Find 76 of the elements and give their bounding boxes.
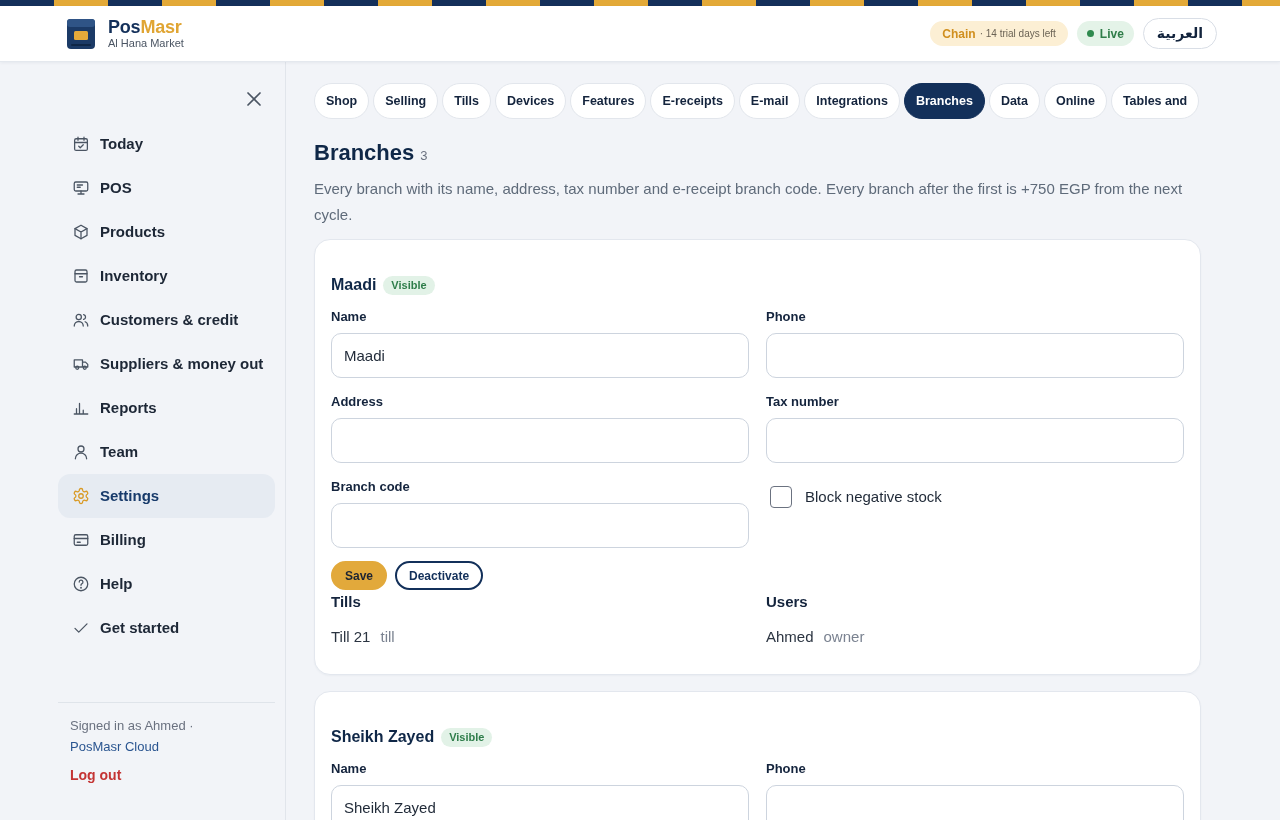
field-label: Name [331,309,368,325]
till-type: till [380,627,395,647]
till-name: Till 21 [331,627,371,647]
calendar-icon [72,135,90,153]
visibility-badge: Visible [441,727,493,747]
settings-icon [72,487,90,505]
users-icon [72,311,90,329]
monitor-icon [72,179,90,197]
settings-tab[interactable]: Shop [314,83,370,119]
item-count: 3 [420,147,428,165]
sidebar-item[interactable]: POS [58,166,275,210]
sidebar-item[interactable]: Customers & credit [58,298,275,342]
settings-tab[interactable]: Integrations [804,83,900,119]
field-label: Name [331,761,368,777]
settings-tab[interactable]: Selling [373,83,439,119]
text-input[interactable]: Sheikh Zayed [331,785,749,820]
plan-badge: Chain · 14 trial days left [930,21,1068,46]
status-dot-icon [1086,30,1094,37]
user-name: Ahmed [766,627,814,647]
field-label: Address [331,394,385,410]
settings-tab[interactable]: E-mail [738,83,801,119]
brand-name: PosMasr [108,17,183,37]
sidebar-item[interactable]: Settings [58,474,275,518]
settings-tab[interactable]: Data [988,83,1040,119]
credit-card-icon [72,531,90,549]
section-heading: Users [766,592,809,612]
page-title: Branches [314,139,415,167]
settings-tab[interactable]: E-receipts [650,83,735,119]
sidebar-item[interactable]: Help [58,562,275,606]
close-icon [247,92,261,106]
settings-tab[interactable]: Online [1044,83,1107,119]
sidebar-item[interactable]: Get started [58,606,275,650]
language-button[interactable]: العربية [1142,18,1217,49]
sidebar-item[interactable]: Team [58,430,275,474]
settings-tab[interactable]: Tables and [1110,83,1200,119]
settings-tab[interactable]: Devices [495,83,567,119]
user-role: owner [823,627,865,647]
cube-icon [72,223,90,241]
sidebar-item[interactable]: Billing [58,518,275,562]
settings-tab[interactable]: Tills [442,83,491,119]
sidebar-item[interactable]: Reports [58,386,275,430]
sidebar-item[interactable]: Products [58,210,275,254]
help-icon [72,575,90,593]
sidebar-item[interactable]: Inventory [58,254,275,298]
archive-box-icon [72,267,90,285]
field-label: Phone [766,761,807,777]
save-button[interactable]: Save [331,561,388,590]
logout-button[interactable]: Log out [70,766,122,784]
text-input[interactable] [766,333,1184,378]
checkbox[interactable] [770,486,792,509]
field-label: Phone [766,309,807,325]
checkbox-label[interactable]: Block negative stock [805,486,942,509]
text-input[interactable]: Maadi [331,333,749,378]
text-input[interactable] [766,418,1184,463]
text-input[interactable] [766,785,1184,820]
cloud-link[interactable]: PosMasr Cloud [70,739,159,754]
field-label: Tax number [766,394,840,410]
deactivate-button[interactable]: Deactivate [395,561,484,590]
sidebar-item[interactable]: Suppliers & money out [58,342,275,386]
page-description: Every branch with its name, address, tax number and e-receipt branch code. Every branch after the first is +750 EGP from the next cycle. [314,179,1184,225]
text-input[interactable] [331,418,749,463]
text-input[interactable] [331,503,749,548]
logo-icon [67,18,95,49]
user-icon [72,443,90,461]
close-button[interactable] [246,91,262,107]
section-heading: Tills [331,592,362,612]
sidebar-item[interactable]: Today [58,122,275,166]
branch-name: Sheikh Zayed [331,727,435,747]
branch-name: Maadi [331,275,377,295]
store-name: Al Hana Market [108,37,184,50]
status-label: Live [1099,25,1124,43]
signed-in-text: Signed in as Ahmed · PosMasr Cloud [69,717,195,756]
visibility-badge: Visible [383,275,435,295]
settings-tab[interactable]: Branches [903,83,985,119]
field-label: Branch code [331,479,411,495]
settings-tab[interactable]: Features [570,83,647,119]
